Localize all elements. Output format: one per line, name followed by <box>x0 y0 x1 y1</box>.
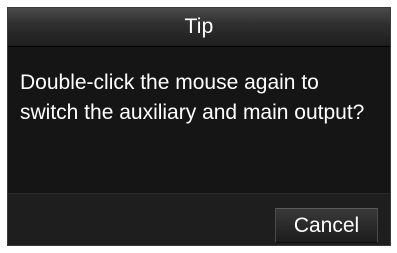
dialog-footer: Cancel <box>8 193 390 245</box>
tip-dialog: Tip Double-click the mouse again to swit… <box>7 7 391 246</box>
dialog-message: Double-click the mouse again to switch t… <box>20 68 388 128</box>
cancel-button[interactable]: Cancel <box>275 208 378 243</box>
dialog-title: Tip <box>184 15 214 38</box>
dialog-titlebar: Tip <box>8 8 390 47</box>
dialog-message-line-2: switch the auxiliary and main output? <box>20 101 365 124</box>
dialog-message-line-1: Double-click the mouse again to <box>20 71 319 94</box>
